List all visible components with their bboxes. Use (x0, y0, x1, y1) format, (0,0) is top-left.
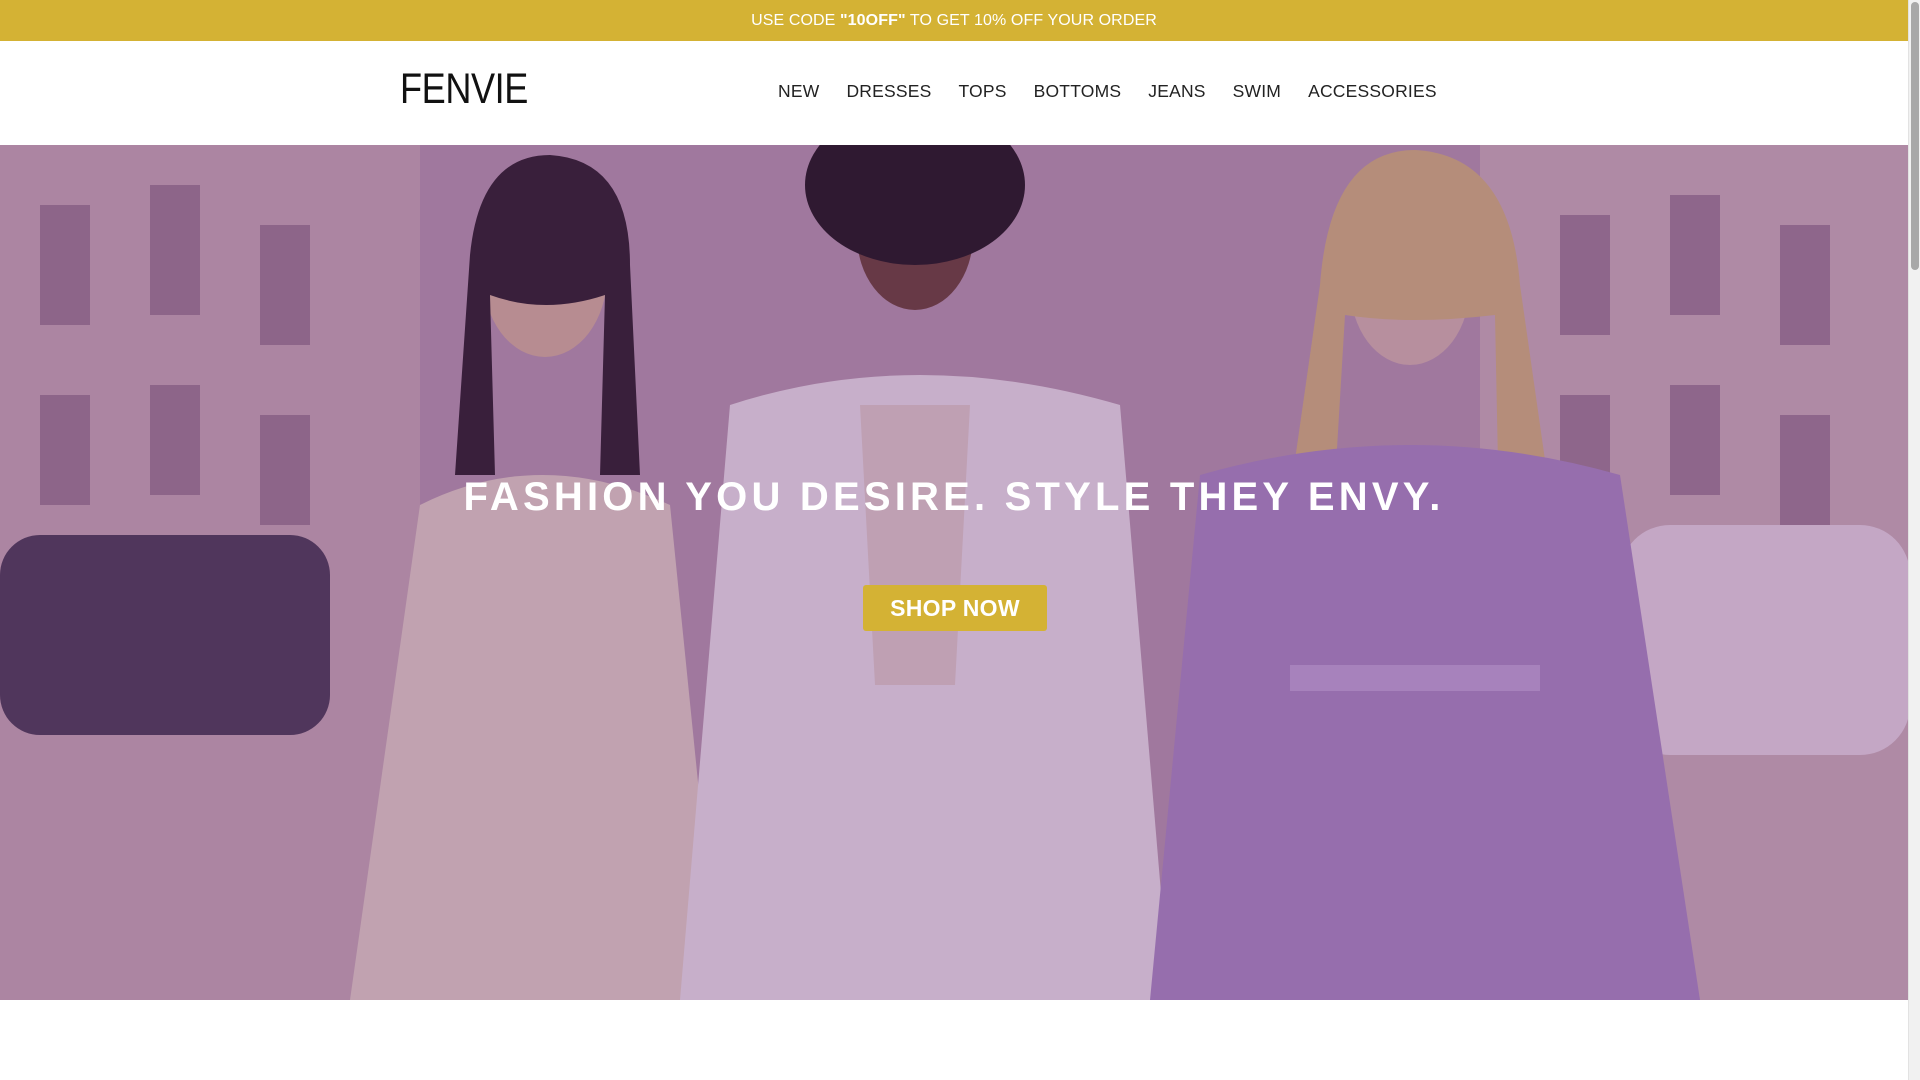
nav-item-dresses[interactable]: DRESSES (846, 79, 931, 103)
brand-logo[interactable]: FENVIE (400, 63, 528, 115)
promo-banner: USE CODE "10OFF" TO GET 10% OFF YOUR ORD… (0, 0, 1908, 41)
promo-suffix: TO GET 10% OFF YOUR ORDER (905, 11, 1157, 29)
promo-prefix: USE CODE (751, 11, 840, 29)
hero-banner: FASHION YOU DESIRE. STYLE THEY ENVY. SHO… (0, 145, 1908, 1000)
main-nav: NEW DRESSES TOPS BOTTOMS JEANS SWIM ACCE… (778, 79, 1437, 103)
nav-item-new[interactable]: NEW (778, 79, 819, 103)
page-scrollbar[interactable] (1908, 0, 1920, 1080)
browser-viewport: USE CODE "10OFF" TO GET 10% OFF YOUR ORD… (0, 0, 1920, 1080)
nav-item-accessories[interactable]: ACCESSORIES (1308, 79, 1437, 103)
nav-item-swim[interactable]: SWIM (1233, 79, 1281, 103)
promo-code: "10OFF" (840, 11, 906, 29)
scrollbar-thumb[interactable] (1911, 2, 1919, 270)
nav-item-jeans[interactable]: JEANS (1148, 79, 1205, 103)
hero-headline: FASHION YOU DESIRE. STYLE THEY ENVY. (463, 475, 1445, 519)
page: USE CODE "10OFF" TO GET 10% OFF YOUR ORD… (0, 0, 1908, 1080)
below-hero-section (0, 1000, 1908, 1080)
shop-now-button[interactable]: SHOP NOW (863, 585, 1047, 631)
nav-item-bottoms[interactable]: BOTTOMS (1034, 79, 1122, 103)
nav-item-tops[interactable]: TOPS (958, 79, 1006, 103)
site-header: FENVIE NEW DRESSES TOPS BOTTOMS JEANS SW… (0, 41, 1908, 145)
hero-color-overlay (0, 145, 1908, 1000)
